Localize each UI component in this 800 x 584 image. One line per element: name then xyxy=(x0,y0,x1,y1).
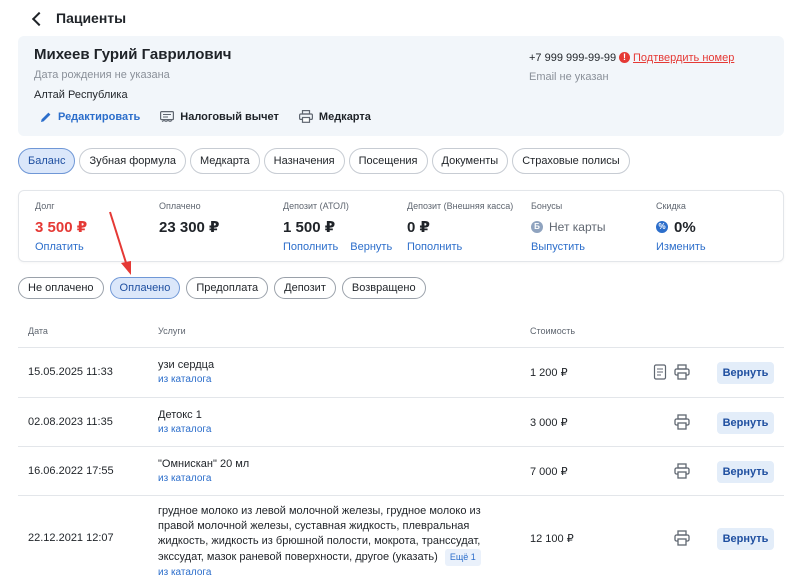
tab-medcard[interactable]: Медкарта xyxy=(190,148,260,174)
return-button[interactable]: Вернуть xyxy=(717,412,774,434)
debt-label: Долг xyxy=(35,201,55,211)
medcard-print-button[interactable]: Медкарта xyxy=(298,110,371,123)
change-discount-link[interactable]: Изменить xyxy=(656,241,706,253)
birth-date: Дата рождения не указана xyxy=(34,69,170,81)
discount-value: 0% xyxy=(674,218,696,236)
table-row: 02.08.2023 11:35 Детокс 1 из каталога 3 … xyxy=(18,398,784,447)
row-service: Детокс 1 xyxy=(158,409,202,421)
row-cost: 3 000 ₽ xyxy=(530,417,568,429)
tab-balance[interactable]: Баланс xyxy=(18,148,76,174)
row-source: из каталога xyxy=(158,374,212,385)
row-cost: 7 000 ₽ xyxy=(530,466,568,478)
issue-card-link[interactable]: Выпустить xyxy=(531,241,585,253)
row-cost: 1 200 ₽ xyxy=(530,367,568,379)
patient-name: Михеев Гурий Гаврилович xyxy=(34,46,232,63)
row-date: 22.12.2021 12:07 xyxy=(28,532,114,544)
row-cost: 12 100 ₽ xyxy=(530,533,574,545)
edit-button[interactable]: Редактировать xyxy=(40,111,140,123)
row-source: из каталога xyxy=(158,424,212,435)
tab-dental-formula[interactable]: Зубная формула xyxy=(79,148,186,174)
row-service: "Омнискан" 20 мл xyxy=(158,458,250,470)
printer-icon[interactable] xyxy=(674,463,690,479)
percent-icon: % xyxy=(656,221,668,233)
pay-link[interactable]: Оплатить xyxy=(35,241,84,253)
row-date: 15.05.2025 11:33 xyxy=(28,366,113,378)
patient-card: Михеев Гурий Гаврилович Дата рождения не… xyxy=(18,36,784,136)
patient-tabs: Баланс Зубная формула Медкарта Назначени… xyxy=(18,148,630,174)
tab-prescriptions[interactable]: Назначения xyxy=(263,148,345,174)
receipt-icon xyxy=(160,110,175,122)
row-date: 16.06.2022 17:55 xyxy=(28,465,114,477)
edit-label: Редактировать xyxy=(58,110,141,123)
payment-filters: Не оплачено Оплачено Предоплата Депозит … xyxy=(18,277,426,299)
patient-actions: Редактировать Налоговый вычет Медкарта xyxy=(40,110,391,123)
table-row: 15.05.2025 11:33 узи сердца из каталога … xyxy=(18,348,784,398)
row-service: грудное молоко из левой молочной железы,… xyxy=(158,505,481,563)
deposit-atol-block: Депозит (АТОЛ) 1 500 ₽ Пополнить Вернуть xyxy=(283,201,392,253)
printer-icon[interactable] xyxy=(674,364,690,380)
deposit-ext-value: 0 ₽ xyxy=(407,219,430,236)
balance-summary: Долг 3 500 ₽ Оплатить Оплачено 23 300 ₽ … xyxy=(18,190,784,262)
discount-block: Скидка % 0% Изменить xyxy=(656,201,706,253)
paid-value: 23 300 ₽ xyxy=(159,219,220,236)
paid-label: Оплачено xyxy=(159,201,201,211)
filter-returned[interactable]: Возвращено xyxy=(341,277,426,299)
warning-icon: ! xyxy=(619,52,630,63)
printer-icon[interactable] xyxy=(674,530,690,546)
tab-visits[interactable]: Посещения xyxy=(348,148,428,174)
discount-label: Скидка xyxy=(656,201,686,211)
bonus-block: Бонусы Б Нет карты Выпустить xyxy=(531,201,606,253)
top-bar: Пациенты xyxy=(18,8,126,28)
pencil-icon xyxy=(41,112,51,122)
row-service: узи сердца xyxy=(158,359,215,371)
deposit-ext-label: Депозит (Внешняя касса) xyxy=(407,201,514,211)
patient-email: Email не указан xyxy=(529,71,609,83)
filter-deposit[interactable]: Депозит xyxy=(274,277,336,299)
paid-block: Оплачено 23 300 ₽ xyxy=(159,201,219,236)
deposit-atol-return-link[interactable]: Вернуть xyxy=(350,241,392,253)
tax-deduction-label: Налоговый вычет xyxy=(180,110,279,123)
debt-block: Долг 3 500 ₽ Оплатить xyxy=(35,201,87,253)
filter-paid[interactable]: Оплачено xyxy=(109,277,181,299)
document-icon[interactable] xyxy=(652,364,668,380)
printer-icon[interactable] xyxy=(674,414,690,430)
show-more-badge[interactable]: Ещё 1 xyxy=(444,549,481,566)
deposit-atol-topup-link[interactable]: Пополнить xyxy=(283,241,338,253)
payments-table: Дата Услуги Стоимость 15.05.2025 11:33 у… xyxy=(18,318,784,582)
row-date: 02.08.2023 11:35 xyxy=(28,416,113,428)
filter-unpaid[interactable]: Не оплачено xyxy=(18,277,104,299)
deposit-atol-value: 1 500 ₽ xyxy=(283,219,336,236)
patient-region: Алтай Республика xyxy=(34,89,128,101)
bonus-coin-icon: Б xyxy=(531,221,543,233)
debt-value: 3 500 ₽ xyxy=(35,219,88,236)
header-date: Дата xyxy=(28,326,48,336)
row-source: из каталога xyxy=(158,567,212,578)
confirm-phone-link[interactable]: Подтвердить номер xyxy=(633,52,734,64)
bonus-value: Нет карты xyxy=(549,220,606,234)
back-arrow-icon[interactable] xyxy=(31,11,47,26)
bonus-label: Бонусы xyxy=(531,201,563,211)
return-button[interactable]: Вернуть xyxy=(717,362,774,384)
header-cost: Стоимость xyxy=(530,326,576,336)
deposit-ext-topup-link[interactable]: Пополнить xyxy=(407,241,462,253)
tab-documents[interactable]: Документы xyxy=(431,148,509,174)
patient-phone: +7 999 999-99-99 xyxy=(529,52,617,64)
deposit-atol-label: Депозит (АТОЛ) xyxy=(283,201,349,211)
medcard-label: Медкарта xyxy=(318,110,371,123)
printer-icon xyxy=(298,110,313,123)
table-row: 16.06.2022 17:55 "Омнискан" 20 мл из кат… xyxy=(18,447,784,496)
return-button[interactable]: Вернуть xyxy=(717,461,774,483)
tax-deduction-button[interactable]: Налоговый вычет xyxy=(160,111,279,123)
table-header: Дата Услуги Стоимость xyxy=(18,318,784,348)
row-source: из каталога xyxy=(158,473,212,484)
header-services: Услуги xyxy=(158,326,186,336)
return-button[interactable]: Вернуть xyxy=(717,528,774,550)
filter-prepayment[interactable]: Предоплата xyxy=(186,277,269,299)
table-row: 22.12.2021 12:07 грудное молоко из левой… xyxy=(18,496,784,582)
deposit-ext-block: Депозит (Внешняя касса) 0 ₽ Пополнить xyxy=(407,201,513,253)
page-title: Пациенты xyxy=(56,10,127,26)
tab-insurance[interactable]: Страховые полисы xyxy=(512,148,630,174)
